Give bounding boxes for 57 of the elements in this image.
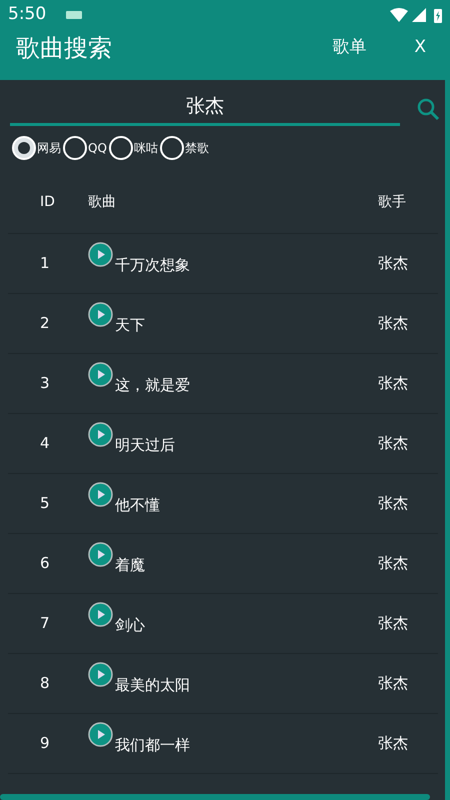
song-title: 这，就是爱	[115, 374, 190, 396]
table-cell-text: 张杰	[378, 252, 409, 274]
play-icon[interactable]	[88, 602, 113, 627]
play-icon[interactable]	[88, 542, 113, 567]
keyboard-icon	[66, 11, 82, 19]
song-title: 千万次想象	[115, 254, 190, 276]
table-cell-text: 8	[39, 672, 51, 694]
song-title: 天下	[115, 314, 145, 336]
wifi-icon	[390, 8, 408, 22]
song-title: 我们都一样	[115, 734, 190, 756]
search-field[interactable]: 张杰	[10, 92, 400, 126]
play-icon[interactable]	[88, 722, 113, 747]
radio-label[interactable]: 咪咕	[134, 138, 158, 156]
header-action[interactable]: 歌单	[332, 35, 366, 61]
table-cell-text: 张杰	[378, 732, 409, 754]
song-title: 明天过后	[115, 434, 175, 456]
header-action[interactable]: X	[414, 35, 426, 61]
radio-label[interactable]: 禁歌	[184, 138, 209, 156]
song-title: 最美的太阳	[115, 674, 190, 696]
table-cell-text: 2	[39, 312, 51, 334]
table-cell-text: 1	[39, 252, 51, 274]
song-title: 他不懂	[115, 494, 160, 516]
table-cell-text: 张杰	[378, 372, 409, 394]
table-cell-text: 3	[39, 372, 51, 394]
table-cell-text: 9	[39, 732, 51, 754]
radio-button[interactable]	[63, 136, 87, 160]
table-cell-text: 7	[39, 612, 51, 634]
battery-icon	[434, 8, 442, 22]
signal-icon	[412, 8, 426, 22]
status-time: 5:50	[8, 3, 46, 26]
radio-label[interactable]: QQ	[88, 138, 107, 156]
play-icon[interactable]	[88, 362, 113, 387]
table-cell-text: 张杰	[378, 672, 409, 694]
table-cell-text: 张杰	[378, 552, 409, 574]
table-cell-text: 张杰	[378, 312, 409, 334]
search-icon[interactable]	[416, 96, 440, 121]
song-title: 剑心	[115, 614, 145, 636]
column-header: ID	[39, 192, 56, 212]
radio-button[interactable]	[108, 136, 133, 160]
dialog-title: 歌曲搜索	[16, 33, 113, 64]
play-icon[interactable]	[88, 482, 113, 507]
table-cell-text: 张杰	[378, 492, 409, 514]
play-icon[interactable]	[88, 242, 113, 267]
radio-button[interactable]	[12, 136, 36, 160]
play-icon[interactable]	[88, 422, 113, 447]
radio-label[interactable]: 网易	[37, 138, 61, 156]
play-icon[interactable]	[88, 662, 113, 687]
song-title: 着魔	[115, 554, 145, 576]
play-icon[interactable]	[88, 302, 113, 327]
radio-button[interactable]	[160, 136, 184, 160]
column-header: 歌手	[378, 192, 407, 212]
table-cell-text: 张杰	[378, 612, 409, 634]
table-cell-text: 张杰	[378, 432, 409, 454]
table-cell-text: 4	[39, 432, 51, 454]
table-cell-text: 6	[39, 552, 51, 574]
column-header: 歌曲	[88, 192, 117, 212]
table-cell-text: 5	[39, 492, 51, 514]
